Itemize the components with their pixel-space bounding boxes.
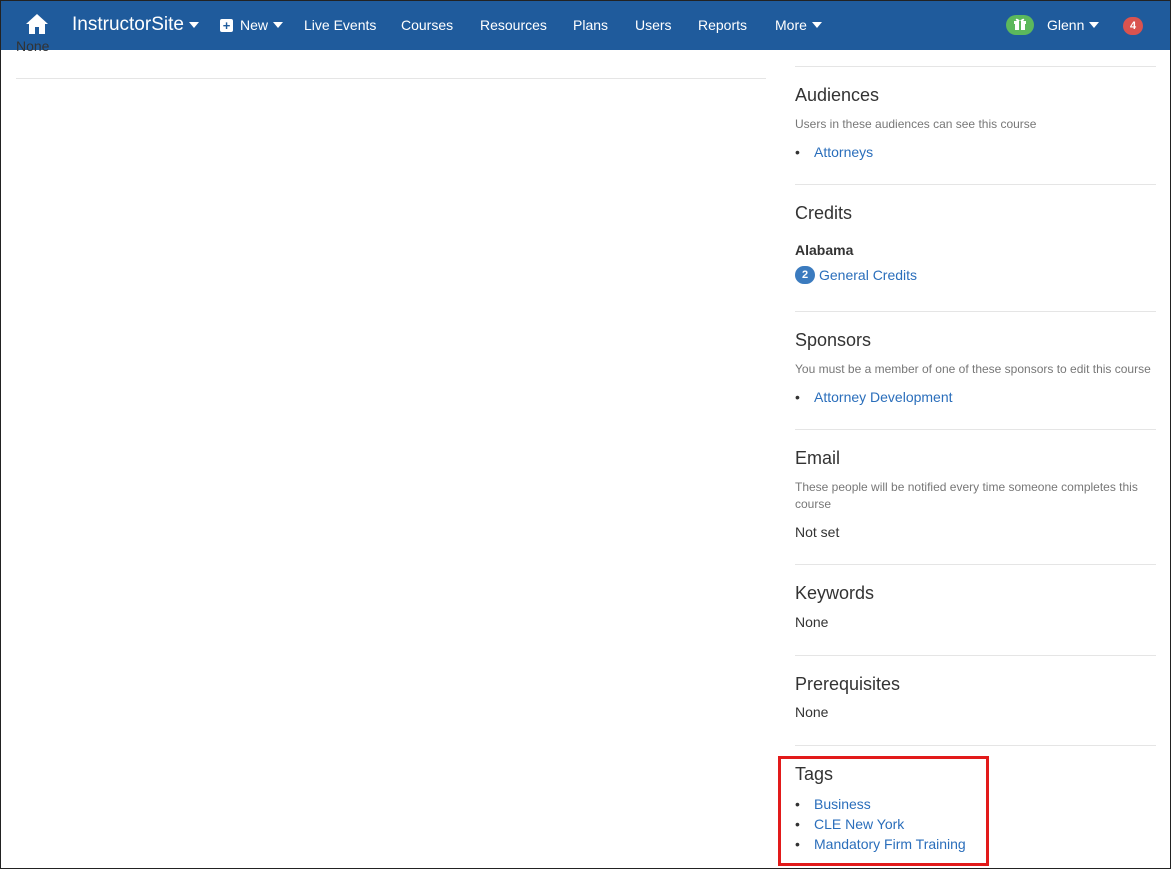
- prerequisites-title: Prerequisites: [795, 674, 901, 694]
- credit-type-link[interactable]: General Credits: [819, 267, 917, 283]
- new-label: New: [240, 17, 269, 33]
- sponsors-list: Attorney Development: [795, 387, 1156, 407]
- list-item: Attorney Development: [795, 387, 1156, 407]
- audiences-section: Audiences Users in these audiences can s…: [795, 85, 1156, 162]
- keywords-title: Keywords: [795, 583, 875, 603]
- plus-icon: +: [220, 18, 233, 32]
- page-frame: InstructorSite + New Live Events Courses…: [0, 0, 1171, 869]
- left-value-text: None: [16, 38, 50, 54]
- more-label: More: [775, 17, 807, 33]
- user-menu[interactable]: Glenn: [1047, 17, 1100, 33]
- brand-menu[interactable]: InstructorSite: [72, 14, 199, 36]
- sponsors-help: You must be a member of one of these spo…: [795, 362, 1151, 376]
- audiences-help: Users in these audiences can see this co…: [795, 117, 1037, 131]
- gift-button[interactable]: [1006, 15, 1034, 35]
- chevron-down-icon: [811, 22, 822, 28]
- divider: [16, 78, 766, 79]
- sponsor-link[interactable]: Attorney Development: [814, 389, 953, 405]
- home-icon[interactable]: [25, 12, 49, 36]
- credits-section: Credits Alabama 2 General Credits: [795, 203, 1156, 284]
- prerequisites-value: None: [795, 704, 829, 720]
- divider: [795, 564, 1156, 565]
- gift-icon: [1013, 16, 1027, 35]
- keywords-value: None: [795, 614, 829, 630]
- divider: [795, 655, 1156, 656]
- credit-state: Alabama: [795, 242, 854, 258]
- nav-resources[interactable]: Resources: [480, 17, 547, 33]
- chevron-down-icon: [188, 22, 199, 28]
- top-navbar: InstructorSite + New Live Events Courses…: [1, 1, 1170, 50]
- user-name: Glenn: [1047, 17, 1085, 33]
- divider: [795, 66, 1156, 67]
- email-help: These people will be notified every time…: [795, 480, 1138, 511]
- new-menu[interactable]: + New: [220, 17, 284, 33]
- credit-count-badge: 2: [795, 266, 815, 284]
- prerequisites-section: Prerequisites None: [795, 674, 1156, 720]
- divider: [795, 184, 1156, 185]
- chevron-down-icon: [1089, 22, 1100, 28]
- nav-plans[interactable]: Plans: [573, 17, 608, 33]
- divider: [795, 745, 1156, 746]
- nav-courses[interactable]: Courses: [401, 17, 453, 33]
- credit-row: 2 General Credits: [795, 266, 1156, 284]
- nav-reports[interactable]: Reports: [698, 17, 747, 33]
- notification-badge[interactable]: 4: [1123, 17, 1143, 35]
- audiences-list: Attorneys: [795, 142, 1156, 162]
- sponsors-section: Sponsors You must be a member of one of …: [795, 330, 1156, 407]
- email-title: Email: [795, 448, 841, 468]
- email-section: Email These people will be notified ever…: [795, 448, 1156, 540]
- chevron-down-icon: [273, 22, 284, 28]
- sponsors-title: Sponsors: [795, 330, 872, 350]
- audiences-title: Audiences: [795, 85, 880, 105]
- divider: [795, 429, 1156, 430]
- keywords-section: Keywords None: [795, 583, 1156, 630]
- credits-title: Credits: [795, 203, 853, 223]
- list-item: Attorneys: [795, 142, 1156, 162]
- audience-link[interactable]: Attorneys: [814, 144, 873, 160]
- brand-label: InstructorSite: [72, 14, 184, 35]
- more-menu[interactable]: More: [775, 17, 822, 33]
- divider: [795, 311, 1156, 312]
- nav-live-events[interactable]: Live Events: [304, 17, 376, 33]
- tags-highlight-box: [778, 756, 989, 866]
- nav-users[interactable]: Users: [635, 17, 672, 33]
- email-value: Not set: [795, 524, 840, 540]
